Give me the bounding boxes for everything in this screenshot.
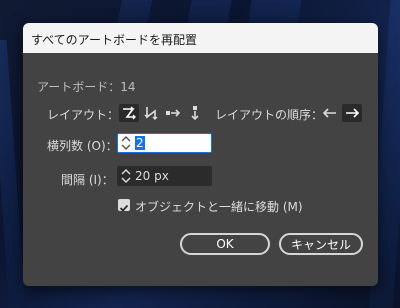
artboard-count-label: アートボード：14	[37, 80, 136, 94]
spacing-value: 20 px	[135, 169, 169, 183]
spacing-label: 間隔 (I)：	[61, 173, 114, 187]
move-artwork-checkbox[interactable]	[118, 199, 130, 212]
wallpaper-stripe	[0, 40, 26, 308]
spacing-stepper[interactable]: 20 px	[117, 166, 212, 186]
spinner-arrows-icon[interactable]	[120, 135, 132, 151]
arrow-right-icon[interactable]	[342, 104, 362, 122]
checkmark-icon	[119, 204, 129, 212]
grid-by-row-icon[interactable]	[119, 104, 139, 122]
layout-label: レイアウト：	[47, 108, 120, 122]
columns-stepper[interactable]: 2	[117, 133, 212, 153]
grid-by-column-icon[interactable]	[141, 104, 161, 122]
arrange-by-column-icon[interactable]	[185, 104, 205, 122]
move-artwork-label[interactable]: オブジェクトと一緒に移動 (M)	[135, 198, 303, 215]
cancel-button[interactable]: キャンセル	[279, 233, 363, 255]
ok-button[interactable]: OK	[180, 233, 270, 255]
arrange-by-row-icon[interactable]	[163, 104, 183, 122]
columns-value: 2	[135, 136, 145, 150]
layout-order-label: レイアウトの順序：	[215, 108, 324, 122]
dialog-title: すべてのアートボードを再配置	[31, 33, 197, 47]
columns-label: 横列数 (O)：	[47, 139, 118, 153]
dialog-titlebar: すべてのアートボードを再配置	[23, 23, 378, 53]
arrow-left-icon[interactable]	[320, 104, 340, 122]
spinner-arrows-icon[interactable]	[120, 168, 132, 184]
rearrange-artboards-dialog: すべてのアートボードを再配置 アートボード：14 レイアウト： レイアウトの順序…	[23, 23, 378, 286]
